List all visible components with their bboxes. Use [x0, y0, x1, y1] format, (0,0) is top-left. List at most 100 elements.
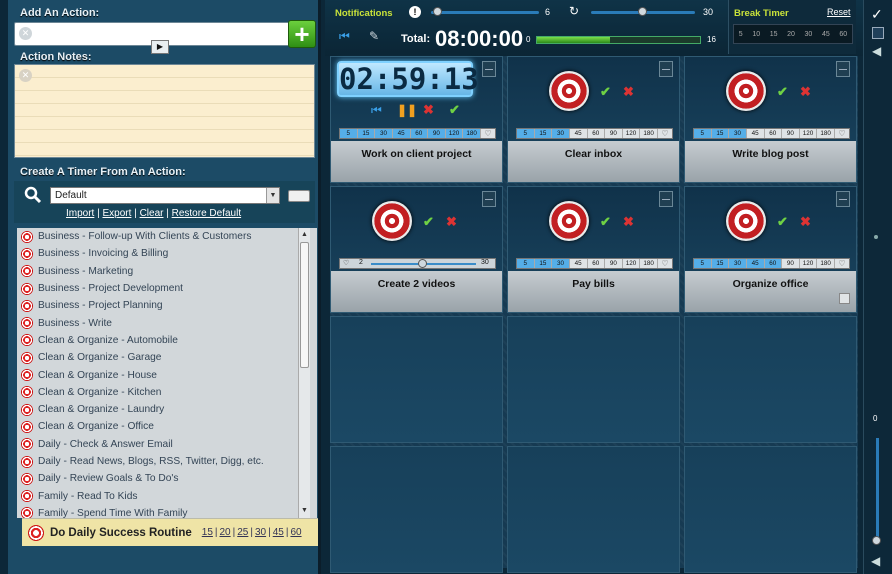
duration-ruler[interactable]: 5 15 30 45 60 90 120 180 ♡ — [339, 128, 496, 139]
expand-icon[interactable] — [659, 191, 673, 207]
duration-ruler[interactable]: 5 15 30 45 60 90 120 180 ♡ — [693, 258, 850, 269]
duration-option-120[interactable]: 120 — [445, 129, 464, 138]
duration-option-5[interactable]: 5 — [340, 129, 358, 138]
break-minute-20[interactable]: 20 — [787, 31, 795, 38]
routine-30-link[interactable]: 30 — [255, 527, 266, 538]
duration-option-45[interactable]: 45 — [747, 129, 765, 138]
duration-option-5[interactable]: 5 — [694, 259, 712, 268]
break-minute-10[interactable]: 10 — [752, 31, 760, 38]
heart-icon[interactable]: ♡ — [835, 129, 849, 138]
break-minute-30[interactable]: 30 — [805, 31, 813, 38]
list-item[interactable]: Clean & Organize - House — [17, 366, 317, 383]
duration-option-30[interactable]: 30 — [729, 129, 747, 138]
cancel-icon[interactable]: ✖ — [446, 214, 457, 230]
complete-icon[interactable]: ✔ — [777, 84, 788, 100]
expand-icon[interactable] — [659, 61, 673, 77]
check-icon[interactable]: ✓ — [871, 6, 883, 23]
target-icon[interactable] — [726, 201, 766, 241]
heart-icon[interactable]: ♡ — [658, 259, 672, 268]
list-item[interactable]: Family - Read To Kids — [17, 487, 317, 504]
break-minute-15[interactable]: 15 — [770, 31, 778, 38]
duration-option-90[interactable]: 90 — [782, 129, 800, 138]
pencil-icon[interactable]: ✎ — [369, 29, 379, 43]
list-item[interactable]: Daily - Review Goals & To Do's — [17, 470, 317, 487]
timer-name[interactable]: Pay bills — [508, 271, 679, 312]
duration-option-15[interactable]: 15 — [534, 259, 553, 268]
scroll-up-icon[interactable]: ▲ — [300, 231, 309, 240]
timer-name[interactable]: Clear inbox — [508, 141, 679, 182]
duration-option-60[interactable]: 60 — [765, 129, 783, 138]
duration-option-120[interactable]: 120 — [800, 259, 818, 268]
duration-option-90[interactable]: 90 — [605, 129, 623, 138]
cancel-icon[interactable]: ✖ — [800, 214, 811, 230]
timer-name[interactable]: Organize office — [685, 271, 856, 312]
target-icon[interactable] — [372, 201, 412, 241]
list-item[interactable]: Business - Marketing — [17, 263, 317, 280]
action-notes-field[interactable]: ✕ — [14, 64, 315, 158]
routine-20-link[interactable]: 20 — [220, 527, 231, 538]
speaker-icon[interactable]: ◀ — [872, 44, 881, 58]
duration-option-90[interactable]: 90 — [605, 259, 623, 268]
duration-option-180[interactable]: 180 — [817, 129, 835, 138]
reset-link[interactable]: Reset — [827, 7, 851, 17]
target-icon[interactable] — [549, 71, 589, 111]
search-icon[interactable] — [24, 186, 42, 204]
break-minute-60[interactable]: 60 — [839, 31, 847, 38]
complete-icon[interactable]: ✔ — [423, 214, 434, 230]
list-item[interactable]: Business - Project Planning — [17, 297, 317, 314]
notify-slider[interactable] — [431, 11, 539, 14]
duration-option-60[interactable]: 60 — [410, 129, 429, 138]
note-icon[interactable] — [839, 293, 850, 304]
notify-slider-handle[interactable] — [433, 7, 442, 16]
duration-option-5[interactable]: 5 — [517, 129, 535, 138]
pause-icon[interactable]: ❚❚ — [397, 103, 417, 117]
list-item[interactable]: Clean & Organize - Garage — [17, 349, 317, 366]
duration-option-30[interactable]: 30 — [375, 129, 393, 138]
list-item[interactable]: Business - Follow-up With Clients & Cust… — [17, 228, 317, 245]
import-link[interactable]: Import — [66, 208, 94, 219]
duration-option-15[interactable]: 15 — [711, 259, 730, 268]
duration-option-180[interactable]: 180 — [640, 129, 658, 138]
routine-25-link[interactable]: 25 — [237, 527, 248, 538]
list-options-button[interactable] — [288, 190, 310, 202]
duration-option-30[interactable]: 30 — [552, 129, 570, 138]
break-minute-5[interactable]: 5 — [739, 31, 743, 38]
duration-option-180[interactable]: 180 — [463, 129, 481, 138]
duration-option-120[interactable]: 120 — [800, 129, 818, 138]
duration-option-15[interactable]: 15 — [534, 129, 553, 138]
duration-option-90[interactable]: 90 — [428, 129, 446, 138]
duration-option-45[interactable]: 45 — [570, 129, 588, 138]
list-item[interactable]: Clean & Organize - Automobile — [17, 332, 317, 349]
cancel-icon[interactable]: ✖ — [423, 102, 434, 118]
add-action-button[interactable]: + — [288, 20, 316, 48]
list-item[interactable]: Clean & Organize - Laundry — [17, 401, 317, 418]
skip-back-icon[interactable]: ⏮ — [371, 103, 382, 118]
export-link[interactable]: Export — [103, 208, 132, 219]
duration-option-5[interactable]: 5 — [694, 129, 712, 138]
duration-option-60[interactable]: 60 — [588, 129, 606, 138]
target-icon[interactable] — [726, 71, 766, 111]
volume-slider-handle[interactable] — [872, 536, 881, 545]
cancel-icon[interactable]: ✖ — [623, 84, 634, 100]
duration-option-60[interactable]: 60 — [588, 259, 606, 268]
list-item[interactable]: Business - Write — [17, 314, 317, 331]
complete-icon[interactable]: ✔ — [449, 102, 460, 118]
slider-handle[interactable] — [418, 259, 427, 268]
duration-ruler[interactable]: 5 15 30 45 60 90 120 180 ♡ — [516, 128, 673, 139]
clear-link[interactable]: Clear — [140, 208, 164, 219]
list-item[interactable]: Clean & Organize - Office — [17, 418, 317, 435]
duration-option-30[interactable]: 30 — [729, 259, 747, 268]
expand-icon[interactable] — [836, 61, 850, 77]
timer-name[interactable]: Write blog post — [685, 141, 856, 182]
routine-60-link[interactable]: 60 — [290, 527, 301, 538]
duration-option-180[interactable]: 180 — [817, 259, 835, 268]
heart-icon[interactable]: ♡ — [481, 129, 495, 138]
daily-routine-bar[interactable]: Do Daily Success Routine 15 | 20 | 25 | 30 | 45 |… — [22, 518, 318, 546]
duration-option-30[interactable]: 30 — [552, 259, 570, 268]
duration-option-45[interactable]: 45 — [392, 129, 411, 138]
duration-option-120[interactable]: 120 — [623, 129, 641, 138]
play-icon[interactable]: ▶ — [151, 40, 169, 54]
skip-back-icon[interactable]: ⏮ — [339, 29, 350, 44]
timer-name[interactable]: Create 2 videos — [331, 271, 502, 312]
duration-option-5[interactable]: 5 — [517, 259, 535, 268]
